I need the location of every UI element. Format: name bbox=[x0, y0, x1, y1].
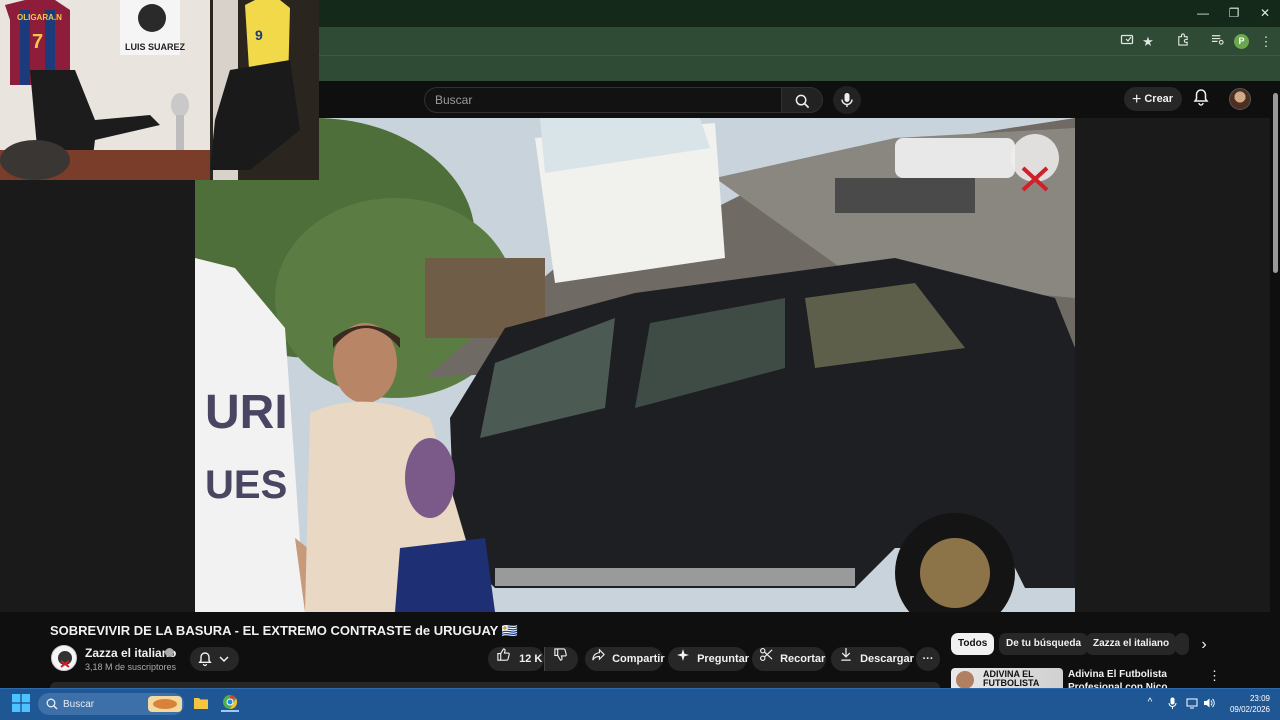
scissors-icon bbox=[759, 647, 774, 671]
taskbar-search-label: Buscar bbox=[63, 699, 95, 710]
ask-button[interactable]: Preguntar bbox=[668, 647, 750, 671]
subscription-notifications-button[interactable] bbox=[190, 647, 239, 671]
create-button[interactable]: + Crear bbox=[1124, 87, 1182, 111]
chip-partial[interactable] bbox=[1175, 633, 1189, 655]
chip-de-tu-busqueda[interactable]: De tu búsqueda bbox=[999, 633, 1089, 655]
video-frame[interactable]: URI UES bbox=[195, 118, 1075, 612]
chevron-up-icon[interactable]: ^ bbox=[1144, 697, 1156, 709]
search-icon bbox=[46, 698, 58, 710]
like-count: 12 K bbox=[519, 653, 543, 665]
kebab-menu-icon[interactable]: ⋮ bbox=[1208, 668, 1221, 684]
search-box[interactable] bbox=[424, 87, 782, 113]
bookmark-star-icon[interactable]: ★ bbox=[1139, 33, 1157, 51]
notifications-button[interactable] bbox=[1190, 88, 1212, 110]
taskbar bbox=[0, 688, 1280, 720]
search-button[interactable] bbox=[781, 87, 823, 113]
clock-date: 09/02/2026 bbox=[1229, 705, 1270, 714]
network-icon[interactable] bbox=[1186, 697, 1198, 709]
scrollbar-thumb[interactable] bbox=[1273, 93, 1278, 273]
create-label: Crear bbox=[1144, 93, 1174, 105]
sparkle-icon bbox=[676, 647, 690, 671]
jersey-text: OLIGARA.N bbox=[17, 13, 62, 22]
chip-zazza-el-italiano[interactable]: Zazza el italiano bbox=[1086, 633, 1177, 655]
download-icon bbox=[839, 647, 853, 671]
clip-button[interactable]: Recortar bbox=[752, 647, 826, 671]
clip-label: Recortar bbox=[780, 653, 826, 665]
restore-button[interactable]: ❐ bbox=[1219, 4, 1249, 22]
close-button[interactable]: ✕ bbox=[1250, 4, 1280, 22]
svg-text:7: 7 bbox=[32, 31, 43, 53]
file-explorer-icon[interactable] bbox=[193, 695, 209, 711]
clock-time: 23:09 bbox=[1249, 694, 1270, 703]
microphone-icon bbox=[841, 92, 853, 107]
plus-icon: + bbox=[1132, 91, 1142, 108]
recommendation-thumbnail[interactable]: ADIVINA EL FUTBOLISTA bbox=[951, 668, 1063, 688]
share-icon bbox=[591, 647, 606, 671]
share-label: Compartir bbox=[612, 653, 665, 665]
video-scene: URI UES bbox=[195, 118, 1075, 612]
media-controls-icon[interactable] bbox=[1208, 33, 1226, 51]
share-button[interactable]: Compartir bbox=[585, 647, 665, 671]
thumbnail-text: ADIVINA EL FUTBOLISTA bbox=[983, 669, 1040, 688]
svg-text:URI: URI bbox=[205, 386, 288, 439]
download-button[interactable]: Descargar bbox=[831, 647, 914, 671]
recommendation-title[interactable]: Adivina El Futbolista Profesional con Ni… bbox=[1068, 668, 1198, 688]
search-highlight-icon bbox=[148, 696, 182, 712]
svg-text:UES: UES bbox=[205, 463, 287, 507]
windows-start-icon[interactable] bbox=[12, 694, 30, 712]
subscriber-count: 3,18 M de suscriptores bbox=[85, 662, 177, 672]
chip-todos[interactable]: Todos bbox=[951, 633, 995, 655]
like-button[interactable]: 12 K bbox=[488, 647, 544, 671]
verified-badge-icon bbox=[165, 648, 174, 657]
microphone-icon[interactable] bbox=[1166, 697, 1178, 709]
dislike-button[interactable] bbox=[544, 647, 578, 671]
bell-icon bbox=[1193, 89, 1209, 106]
page-scrollbar[interactable] bbox=[1270, 81, 1280, 688]
download-label: Descargar bbox=[860, 653, 914, 665]
channel-avatar[interactable] bbox=[51, 645, 77, 671]
poster-text: LUIS SUAREZ bbox=[125, 42, 186, 52]
chevron-right-icon[interactable]: › bbox=[1195, 635, 1213, 655]
volume-icon[interactable] bbox=[1203, 697, 1215, 709]
bell-icon bbox=[198, 652, 212, 667]
more-actions-button[interactable]: ··· bbox=[916, 647, 940, 671]
minimize-button[interactable]: — bbox=[1188, 4, 1218, 22]
voice-search-button[interactable] bbox=[833, 86, 861, 114]
system-clock[interactable]: 23:09 09/02/2026 bbox=[1218, 693, 1270, 715]
browser-menu-icon[interactable]: ⋮ bbox=[1257, 33, 1275, 51]
webcam-overlay: OLIGARA.N 7 LUIS SUAREZ 9 bbox=[0, 0, 319, 180]
svg-text:9: 9 bbox=[255, 27, 263, 43]
thumbs-up-icon bbox=[496, 647, 511, 671]
chevron-down-icon bbox=[219, 656, 229, 663]
chrome-icon[interactable] bbox=[221, 694, 239, 712]
profile-avatar[interactable]: P bbox=[1234, 34, 1249, 49]
cast-icon[interactable] bbox=[1118, 33, 1136, 51]
taskbar-search[interactable] bbox=[38, 693, 184, 715]
search-input[interactable] bbox=[435, 88, 765, 112]
thumbs-down-icon bbox=[553, 647, 568, 671]
channel-name[interactable]: Zazza el italiano bbox=[85, 646, 176, 660]
video-title: SOBREVIVIR DE LA BASURA - EL EXTREMO CON… bbox=[50, 623, 518, 638]
search-icon bbox=[795, 94, 809, 108]
ask-label: Preguntar bbox=[697, 653, 750, 665]
webcam-scene: OLIGARA.N 7 LUIS SUAREZ 9 bbox=[0, 0, 319, 180]
account-avatar[interactable] bbox=[1229, 88, 1251, 110]
more-icon: ··· bbox=[922, 653, 934, 665]
extensions-icon[interactable] bbox=[1173, 33, 1191, 51]
